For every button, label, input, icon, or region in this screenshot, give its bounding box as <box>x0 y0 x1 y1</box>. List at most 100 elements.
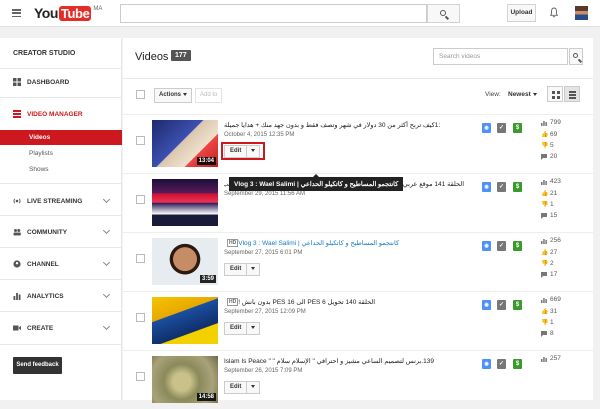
video-title[interactable]: :1كيف تربح أكثر من 30 دولار في شهر وتصف … <box>224 121 464 129</box>
chevron-down-icon[interactable] <box>102 226 111 235</box>
comment-icon <box>541 212 547 219</box>
sidebar-item-video-manager[interactable]: VIDEO MANAGER <box>13 110 83 118</box>
sidebar-item-label: LIVE STREAMING <box>27 197 83 205</box>
comments-stat: 20 <box>541 153 557 160</box>
comments-stat: 8 <box>541 330 554 337</box>
page-title: Videos <box>135 51 169 63</box>
sidebar-item-live-streaming[interactable]: LIVE STREAMING <box>13 197 82 205</box>
privacy-public-icon[interactable] <box>482 241 491 251</box>
divider <box>0 344 122 345</box>
views-bar-icon <box>541 297 547 303</box>
video-row: 13:04 :1كيف تربح أكثر من 30 دولار في شهر… <box>123 114 593 173</box>
thumbs-down-icon: 👎 <box>541 319 549 326</box>
edit-dropdown-arrow[interactable] <box>247 267 259 273</box>
edit-button[interactable]: Edit <box>224 263 261 276</box>
youtube-logo[interactable]: You Tube MA <box>34 5 102 21</box>
divider <box>0 68 122 69</box>
edit-dropdown-arrow[interactable] <box>247 385 259 391</box>
sidebar-item-channel[interactable]: CHANNEL <box>13 260 59 268</box>
video-checkbox[interactable] <box>136 195 145 204</box>
notifications-bell-icon[interactable] <box>550 7 558 18</box>
hd-badge: HD <box>227 298 239 306</box>
edit-label: Edit <box>225 264 248 275</box>
video-title[interactable]: الحلقة 140 تحويل PES 6 الى PES 16 بدون ب… <box>224 298 464 306</box>
video-thumbnail[interactable]: 14:58 <box>152 356 218 403</box>
caret-down-icon <box>251 267 256 271</box>
video-thumbnail[interactable] <box>152 179 218 226</box>
sidebar-item-label: DASHBOARD <box>27 78 70 86</box>
comments-count: 15 <box>550 212 558 219</box>
edit-dropdown-arrow[interactable] <box>247 326 259 332</box>
add-to-button[interactable]: Add to <box>195 88 223 103</box>
views-count: 669 <box>550 296 561 303</box>
hd-badge: HD <box>227 239 239 247</box>
dislikes-count: 1 <box>550 319 554 326</box>
comment-icon <box>541 330 547 337</box>
sidebar-subitem-shows[interactable]: Shows <box>0 162 122 177</box>
account-avatar[interactable] <box>575 6 588 20</box>
likes-stat: 👍 31 <box>541 308 557 315</box>
monetization-icon[interactable] <box>513 182 522 192</box>
video-date: September 27, 2015 12:09 PM <box>224 309 306 315</box>
sidebar-subitem-videos[interactable]: Videos <box>0 130 122 145</box>
video-title[interactable]: كانتجمو المساطيح و كاتكيلو الحداعي | Vlo… <box>224 239 464 247</box>
chevron-down-icon[interactable] <box>102 258 111 267</box>
search-videos-button[interactable] <box>569 48 583 65</box>
video-date: September 29, 2015 11:56 AM <box>224 191 305 197</box>
caret-down-icon <box>532 92 537 96</box>
edit-button[interactable]: Edit <box>224 322 261 335</box>
views-bar-icon <box>541 238 547 244</box>
upload-button[interactable]: Upload <box>507 4 536 22</box>
comments-count: 8 <box>550 330 554 337</box>
sort-dropdown[interactable]: Newest <box>508 91 537 98</box>
video-thumbnail[interactable]: 3:59 <box>152 238 218 285</box>
list-view-toggle[interactable] <box>564 86 580 102</box>
search-button[interactable] <box>427 4 460 23</box>
chevron-down-icon[interactable] <box>102 322 111 331</box>
guide-menu-icon[interactable] <box>12 9 21 18</box>
dislikes-count: 1 <box>550 201 554 208</box>
video-duration: 3:59 <box>199 275 216 283</box>
video-checkbox[interactable] <box>136 313 145 322</box>
check-icon <box>497 359 506 369</box>
views-stat: 257 <box>541 355 561 362</box>
video-manager-panel: Videos 177 Search videos Actions Add to … <box>123 38 593 403</box>
sidebar-item-dashboard[interactable]: DASHBOARD <box>13 78 69 86</box>
search-input[interactable] <box>120 4 427 23</box>
video-thumbnail[interactable] <box>152 297 218 344</box>
video-checkbox[interactable] <box>136 254 145 263</box>
live-streaming-icon <box>13 198 21 204</box>
privacy-public-icon[interactable] <box>482 300 491 310</box>
video-title[interactable]: 139.برنس لتصميم الساعي مشيز و احترافي " … <box>224 357 464 365</box>
monetization-icon[interactable] <box>513 241 522 251</box>
monetization-icon[interactable] <box>513 359 522 369</box>
sidebar-subitem-playlists[interactable]: Playlists <box>0 146 122 161</box>
grid-view-toggle[interactable] <box>547 86 563 102</box>
monetization-icon[interactable] <box>513 300 522 310</box>
privacy-public-icon[interactable] <box>482 182 491 192</box>
video-checkbox[interactable] <box>136 136 145 145</box>
sidebar-item-create[interactable]: CREATE <box>13 324 53 332</box>
video-thumbnail[interactable]: 13:04 <box>152 120 218 167</box>
sort-value: Newest <box>508 91 531 98</box>
region-code: MA <box>93 6 103 12</box>
select-all-checkbox[interactable] <box>136 90 145 99</box>
search-videos-input[interactable]: Search videos <box>433 48 568 65</box>
views-stat: 669 <box>541 296 561 303</box>
logo-you-text: You <box>34 5 58 21</box>
sidebar-item-community[interactable]: COMMUNITY <box>13 228 67 236</box>
privacy-public-icon[interactable] <box>482 123 491 133</box>
search-icon <box>440 10 446 16</box>
views-bar-icon <box>541 356 547 362</box>
sidebar-item-analytics[interactable]: ANALYTICS <box>13 292 64 300</box>
send-feedback-button[interactable]: Send feedback <box>13 357 62 374</box>
monetization-icon[interactable] <box>513 123 522 133</box>
actions-dropdown[interactable]: Actions <box>154 88 192 103</box>
privacy-public-icon[interactable] <box>482 359 491 369</box>
chevron-down-icon[interactable] <box>102 195 111 204</box>
edit-button[interactable]: Edit <box>224 381 261 394</box>
check-icon <box>497 123 506 133</box>
comments-count: 20 <box>550 153 558 160</box>
chevron-down-icon[interactable] <box>102 290 111 299</box>
video-checkbox[interactable] <box>136 372 145 381</box>
